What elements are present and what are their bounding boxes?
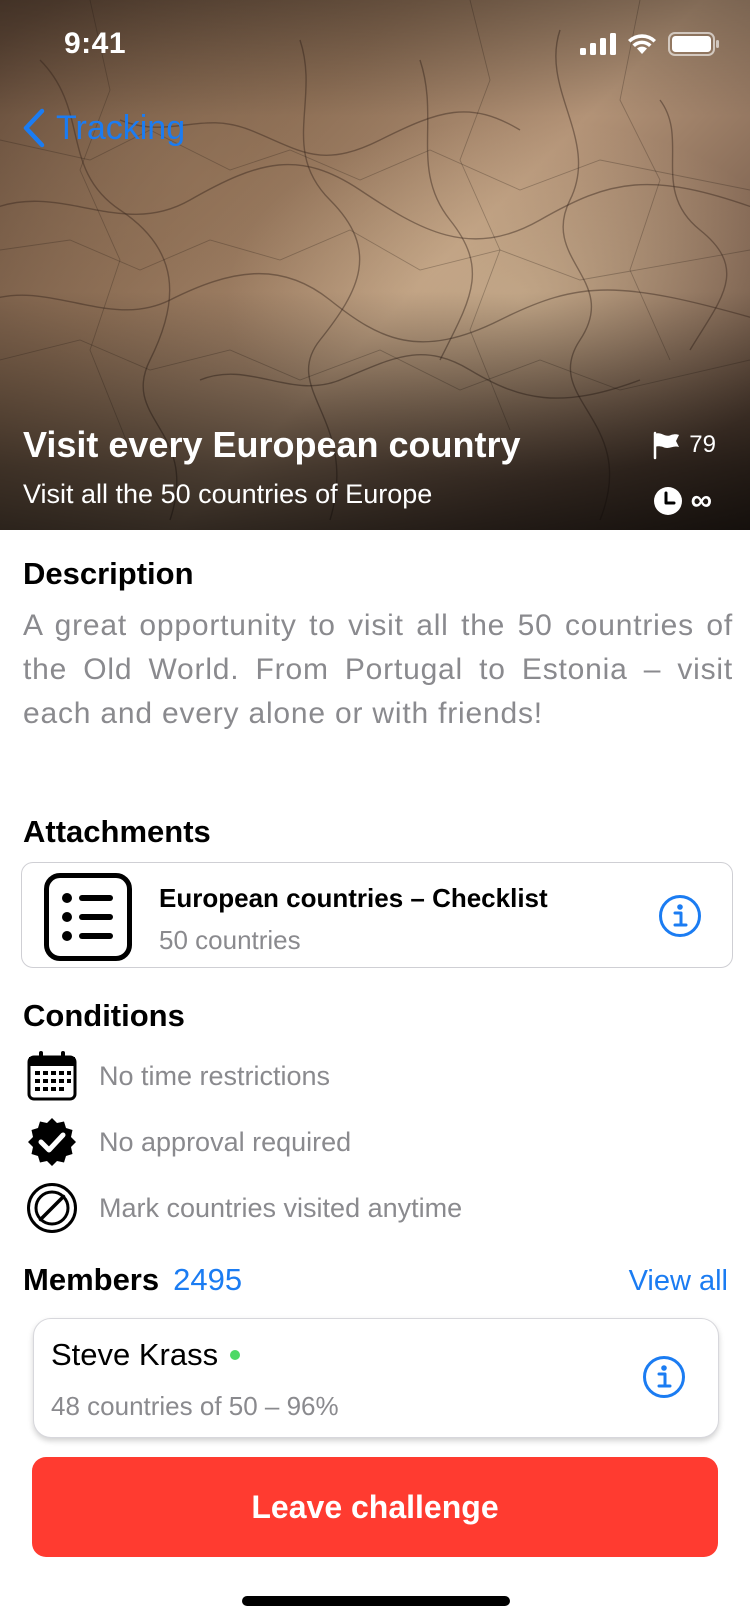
prohibited-icon	[25, 1181, 79, 1235]
back-button-label: Tracking	[56, 108, 186, 147]
members-header: Members 2495	[23, 1262, 242, 1298]
battery-icon	[668, 32, 719, 56]
condition-item: No approval required	[25, 1115, 351, 1169]
description-text: A great opportunity to visit all the 50 …	[23, 609, 733, 730]
back-button[interactable]: Tracking	[22, 108, 185, 148]
challenge-title: Visit every European country	[23, 424, 521, 465]
home-indicator[interactable]	[242, 1596, 510, 1606]
member-name: Steve Krass	[51, 1337, 219, 1372]
duration-stat: ∞	[653, 484, 712, 518]
calendar-icon	[25, 1049, 79, 1103]
attachment-subtitle: 50 countries	[159, 925, 301, 955]
member-card[interactable]: Steve Krass 48 countries of 50 – 96%	[33, 1318, 719, 1438]
member-info-button[interactable]	[642, 1355, 686, 1404]
clock-icon	[653, 487, 682, 515]
status-icons	[580, 32, 720, 56]
members-heading: Members	[23, 1262, 160, 1297]
member-progress: 48 countries of 50 – 96%	[51, 1391, 339, 1421]
status-time: 9:41	[64, 27, 127, 60]
online-status-indicator	[230, 1350, 241, 1360]
verified-badge-icon	[25, 1115, 79, 1169]
duration-value: ∞	[690, 484, 712, 517]
conditions-heading: Conditions	[23, 998, 185, 1033]
member-name-row: Steve Krass	[51, 1337, 241, 1373]
info-icon	[643, 1356, 685, 1398]
cellular-signal-icon	[580, 33, 616, 55]
flag-count-stat: 79	[651, 430, 716, 460]
attachments-heading: Attachments	[23, 814, 211, 849]
attachment-title: European countries – Checklist	[159, 883, 548, 913]
leave-challenge-button[interactable]: Leave challenge	[32, 1457, 718, 1557]
info-icon	[659, 895, 701, 937]
condition-label: Mark countries visited anytime	[99, 1192, 463, 1223]
flag-count: 79	[689, 431, 716, 458]
condition-label: No time restrictions	[99, 1060, 331, 1091]
flag-icon	[654, 431, 680, 460]
description-heading: Description	[23, 556, 194, 591]
wifi-icon	[628, 34, 656, 54]
condition-label: No approval required	[99, 1126, 352, 1157]
chevron-left-icon	[23, 108, 45, 148]
attachment-info-button[interactable]	[658, 894, 702, 943]
checklist-icon	[44, 873, 132, 961]
attachment-item[interactable]: European countries – Checklist 50 countr…	[21, 862, 733, 968]
challenge-hero-image: 9:41 Tracking Visit every European count…	[0, 0, 750, 530]
challenge-subtitle: Visit all the 50 countries of Europe	[23, 479, 433, 509]
condition-item: Mark countries visited anytime	[25, 1181, 462, 1235]
view-all-members-link[interactable]: View all	[629, 1265, 728, 1298]
condition-item: No time restrictions	[25, 1049, 330, 1103]
status-bar: 9:41	[0, 0, 750, 90]
members-count: 2495	[173, 1262, 243, 1297]
